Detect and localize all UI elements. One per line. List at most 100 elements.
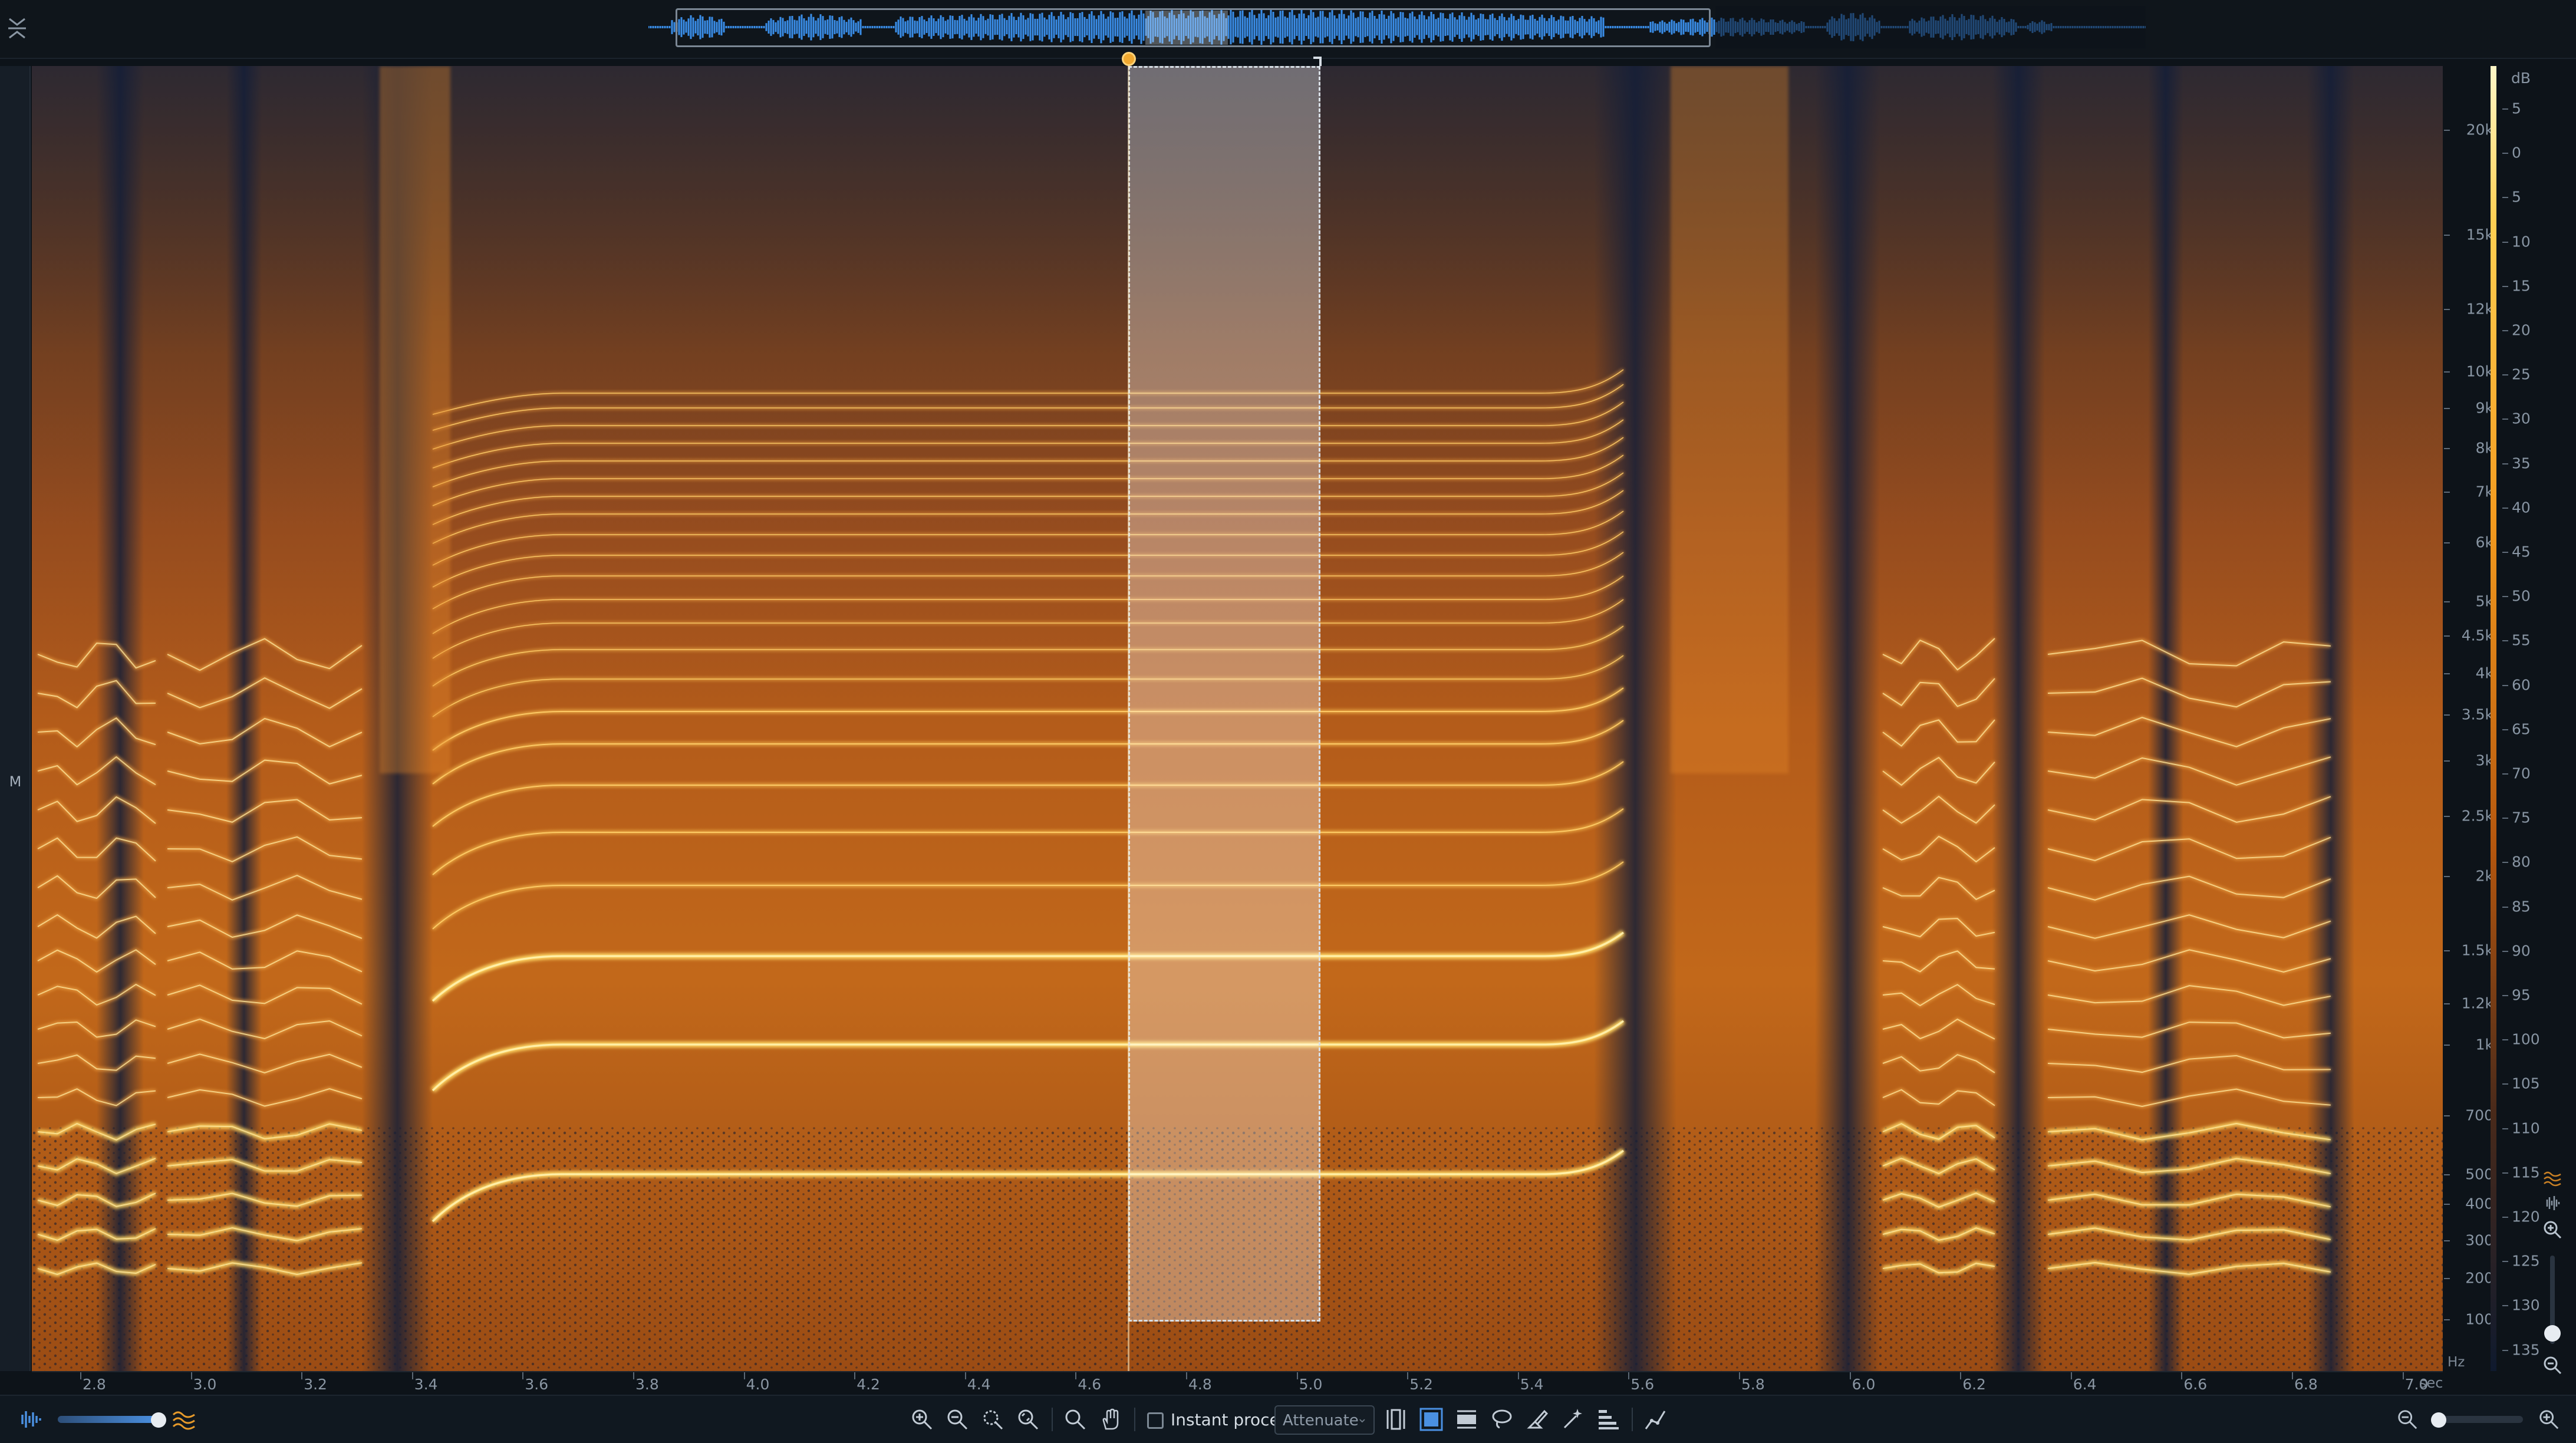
time-tick-label: 3.2: [304, 1376, 327, 1393]
color-scale-bar: [2491, 66, 2496, 1371]
db-tick: [2502, 374, 2508, 376]
channel-strip[interactable]: M: [0, 66, 31, 1371]
vertical-zoom-in-icon[interactable]: [2542, 1219, 2563, 1240]
spectrogram-gap: [1815, 66, 1880, 1371]
db-tick-label: 10: [2512, 233, 2531, 251]
waveform-spectrogram-blend-slider[interactable]: [58, 1416, 158, 1423]
spectrogram-icon[interactable]: [170, 1405, 198, 1434]
time-tick: [1407, 1372, 1409, 1379]
db-tick-label: 5: [2512, 188, 2521, 206]
find-similar-icon[interactable]: [1641, 1405, 1669, 1434]
vertical-zoom-controls: [2535, 1167, 2570, 1379]
bottom-toolbar: Instant process Attenuate ⌄: [0, 1395, 2576, 1443]
magic-wand-icon[interactable]: [1559, 1405, 1587, 1434]
frequency-tick-label: 2.5k: [2461, 807, 2493, 825]
frequency-axis[interactable]: 20k 15k 12k 10k 9k 8k 7k 6k 5k 4.5k 4k 3.5k 3k 2.5k 2k…: [2444, 66, 2497, 1371]
frequency-tick: [2444, 601, 2450, 602]
frequency-tick-label: 1.2k: [2461, 994, 2493, 1012]
time-tick: [2292, 1372, 2293, 1379]
selection-handle[interactable]: [1313, 57, 1322, 66]
frequency-tick: [2444, 1174, 2450, 1175]
time-unit: sec: [2419, 1375, 2443, 1391]
time-tick: [2402, 1372, 2404, 1379]
time-tick: [743, 1372, 745, 1379]
instant-process-checkbox[interactable]: [1147, 1412, 1164, 1429]
db-tick: [2502, 995, 2508, 996]
waveform-icon[interactable]: [15, 1405, 44, 1434]
db-tick-label: 75: [2512, 809, 2531, 826]
time-selection[interactable]: [1128, 66, 1320, 1322]
playhead-marker[interactable]: [1122, 52, 1136, 66]
zoom-selection-icon[interactable]: [979, 1405, 1007, 1434]
horizontal-zoom-in-icon[interactable]: [2535, 1405, 2563, 1434]
vertical-zoom-thumb[interactable]: [2544, 1325, 2561, 1342]
time-tick-label: 6.0: [1852, 1376, 1876, 1393]
frequency-tick: [2444, 1003, 2450, 1004]
harmonic-selection-icon[interactable]: [1594, 1405, 1622, 1434]
blend-slider-thumb[interactable]: [151, 1412, 166, 1428]
time-tick-label: 3.0: [193, 1376, 217, 1393]
time-tick-label: 4.0: [746, 1376, 770, 1393]
time-tick-label: 3.4: [414, 1376, 438, 1393]
collapse-chevrons-icon[interactable]: [6, 14, 28, 42]
frequency-selection-icon[interactable]: [1452, 1405, 1481, 1434]
db-tick: [2502, 197, 2508, 199]
frequency-tick-label: 700: [2465, 1106, 2493, 1124]
frequency-tick: [2444, 816, 2450, 817]
time-axis[interactable]: 2.8 3.0 3.2 3.4 3.6 3.8 4.0 4.2 4.4 4.6 4.8 5.0 5.2 5…: [32, 1371, 2443, 1395]
overview-outside-range: [1715, 6, 2146, 48]
horizontal-zoom-thumb[interactable]: [2431, 1412, 2446, 1428]
time-tick: [1186, 1372, 1187, 1379]
zoom-fit-icon[interactable]: [1014, 1405, 1042, 1434]
waveform-overview[interactable]: [0, 0, 2576, 59]
db-tick: [2502, 330, 2508, 331]
lasso-icon[interactable]: [1488, 1405, 1516, 1434]
db-tick-label: 45: [2512, 543, 2531, 561]
db-tick: [2502, 507, 2508, 509]
horizontal-zoom-out-icon[interactable]: [2393, 1405, 2422, 1434]
time-tick: [301, 1372, 303, 1379]
overview-playback-region: [1145, 11, 1228, 45]
time-tick-label: 6.2: [1962, 1376, 1986, 1393]
db-tick: [2502, 1083, 2508, 1085]
db-tick: [2502, 596, 2508, 598]
spectrogram-mini-icon[interactable]: [2543, 1169, 2562, 1187]
frequency-tick: [2444, 1319, 2450, 1320]
db-tick-label: 5: [2512, 100, 2521, 117]
spectrogram-gap: [1992, 66, 2045, 1371]
time-tick-label: 4.6: [1078, 1376, 1102, 1393]
time-tick-label: 6.4: [2073, 1376, 2097, 1393]
horizontal-zoom-slider[interactable]: [2435, 1416, 2523, 1423]
db-tick-label: 80: [2512, 853, 2531, 871]
vertical-zoom-out-icon[interactable]: [2542, 1355, 2563, 1376]
time-selection-icon[interactable]: [1382, 1405, 1410, 1434]
frequency-tick-label: 400: [2465, 1195, 2493, 1213]
db-tick-label: 55: [2512, 631, 2531, 649]
instant-process-mode-select[interactable]: Attenuate ⌄: [1274, 1405, 1375, 1435]
db-tick: [2502, 684, 2508, 686]
frequency-tick: [2444, 760, 2450, 762]
time-tick-label: 5.2: [1409, 1376, 1433, 1393]
db-tick: [2502, 729, 2508, 730]
time-tick: [1739, 1372, 1740, 1379]
magnify-icon[interactable]: [1061, 1405, 1089, 1434]
zoom-out-icon[interactable]: [943, 1405, 971, 1434]
frequency-tick: [2444, 1115, 2450, 1116]
time-tick: [80, 1372, 81, 1379]
frequency-tick: [2444, 130, 2450, 131]
hand-icon[interactable]: [1096, 1405, 1125, 1434]
time-tick-label: 5.4: [1520, 1376, 1544, 1393]
spectrogram-gap: [2148, 66, 2183, 1371]
frequency-tick: [2444, 950, 2450, 951]
db-tick: [2502, 108, 2508, 110]
waveform-mini-icon[interactable]: [2543, 1194, 2562, 1212]
brush-icon[interactable]: [1523, 1405, 1551, 1434]
db-tick: [2502, 906, 2508, 908]
rectangle-selection-icon[interactable]: [1417, 1405, 1445, 1434]
zoom-in-icon[interactable]: [908, 1405, 936, 1434]
db-tick-label: 15: [2512, 277, 2531, 295]
db-tick-label: 100: [2512, 1030, 2540, 1048]
db-tick-label: 0: [2512, 144, 2521, 162]
frequency-tick: [2444, 876, 2450, 877]
time-tick: [633, 1372, 634, 1379]
